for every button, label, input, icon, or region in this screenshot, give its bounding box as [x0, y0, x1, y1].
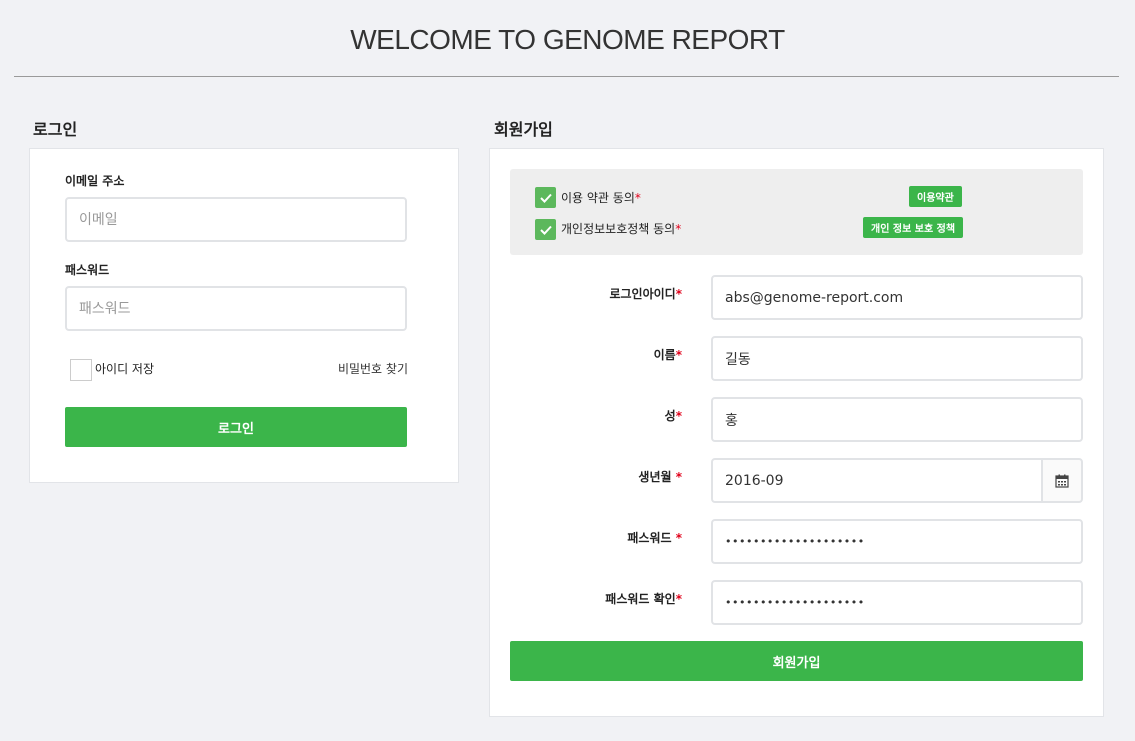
email-label: 이메일 주소	[65, 174, 125, 188]
view-privacy-policy-button[interactable]: 개인 정보 보호 정책	[863, 217, 964, 238]
first-name-label: 이름*	[653, 348, 682, 362]
first-name-input[interactable]	[711, 336, 1083, 381]
email-input[interactable]	[65, 197, 407, 242]
login-button[interactable]: 로그인	[65, 407, 407, 447]
calendar-button[interactable]	[1042, 458, 1083, 503]
login-id-label: 로그인아이디*	[609, 287, 682, 301]
calendar-icon	[1055, 474, 1069, 488]
last-name-label: 성*	[664, 409, 682, 423]
page-title: WELCOME TO GENOME REPORT	[350, 24, 785, 55]
check-icon	[539, 225, 552, 235]
login-id-input[interactable]	[711, 275, 1083, 320]
login-heading: 로그인	[33, 120, 78, 139]
password-label: 패스워드	[65, 263, 110, 277]
terms-agreement-box	[510, 169, 1083, 255]
remember-id-checkbox[interactable]	[70, 359, 92, 381]
find-password-link[interactable]: 비밀번호 찾기	[338, 360, 408, 377]
signup-heading: 회원가입	[494, 120, 553, 139]
signup-password-input[interactable]	[711, 519, 1083, 564]
header-divider	[14, 76, 1119, 77]
agree-privacy-checkbox[interactable]	[535, 219, 556, 240]
agree-terms-checkbox[interactable]	[535, 187, 556, 208]
birth-month-input[interactable]	[711, 458, 1043, 503]
remember-id-label: 아이디 저장	[95, 362, 155, 376]
view-terms-button[interactable]: 이용약관	[909, 186, 962, 207]
check-icon	[539, 193, 552, 203]
last-name-input[interactable]	[711, 397, 1083, 442]
agree-terms-label: 이용 약관 동의*	[561, 191, 641, 205]
signup-password-label: 패스워드 *	[627, 531, 682, 545]
birth-month-label: 생년월 *	[638, 470, 682, 484]
agree-privacy-label: 개인정보보호정책 동의*	[561, 222, 682, 236]
signup-button[interactable]: 회원가입	[510, 641, 1083, 681]
password-confirm-input[interactable]	[711, 580, 1083, 625]
password-confirm-label: 패스워드 확인*	[605, 592, 682, 606]
password-input[interactable]	[65, 286, 407, 331]
